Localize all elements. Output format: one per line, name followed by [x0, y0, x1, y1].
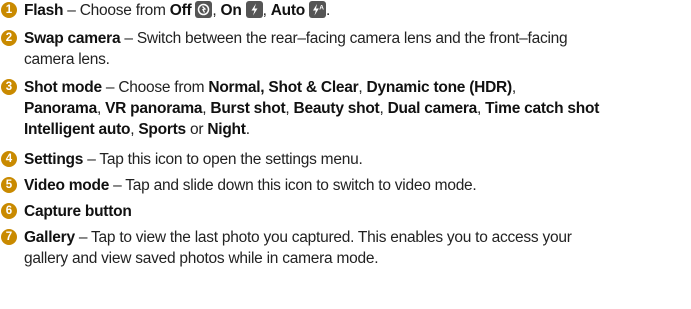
number-badge: 4	[1, 151, 17, 167]
flash-off-label: Off	[169, 2, 192, 19]
period: .	[325, 2, 331, 19]
number-badge: 2	[1, 30, 17, 46]
item-title: Settings	[24, 151, 84, 168]
item-title: Gallery	[24, 229, 75, 246]
svg-text:A: A	[319, 5, 324, 12]
separator: ,	[96, 100, 106, 117]
flash-on-icon	[245, 1, 263, 18]
mode-time-catch-shot: Time catch shot	[485, 100, 600, 117]
list-item-gallery: 7 Gallery – Tap to view the last photo y…	[0, 227, 691, 269]
mode-vr-panorama: VR panorama	[105, 100, 203, 117]
separator: ,	[511, 79, 516, 96]
item-desc-cont: camera lens.	[24, 51, 110, 68]
item-title: Video mode	[24, 177, 110, 194]
mode-night: Night	[207, 121, 246, 138]
item-title: Shot mode	[24, 79, 102, 96]
item-desc: – Choose from	[101, 79, 209, 96]
flash-auto-label: Auto	[270, 2, 306, 19]
flash-off-icon	[195, 1, 213, 18]
list-item-shot-mode: 3 Shot mode – Choose from Normal, Shot &…	[0, 77, 691, 140]
number-badge: 1	[1, 2, 17, 18]
separator: ,	[379, 100, 388, 117]
item-desc: – Choose from	[63, 2, 170, 19]
mode-dynamic-tone: Dynamic tone (HDR)	[366, 79, 513, 96]
number-badge: 3	[1, 79, 17, 95]
item-title: Flash	[24, 2, 64, 19]
flash-on-label: On	[220, 2, 242, 19]
list-item-flash: 1 Flash – Choose from Off, On, Auto A.	[0, 0, 691, 21]
mode-normal-shot-clear: Normal, Shot & Clear	[208, 79, 359, 96]
mode-intelligent-auto: Intelligent auto	[24, 121, 131, 138]
list-item-capture-button: 6 Capture button	[0, 201, 691, 222]
item-desc: – Switch between the rear–facing camera …	[120, 30, 568, 47]
mode-beauty-shot: Beauty shot	[293, 100, 380, 117]
separator: ,	[212, 2, 221, 19]
item-desc: – Tap to view the last photo you capture…	[74, 229, 572, 246]
item-title: Swap camera	[24, 30, 121, 47]
item-desc: – Tap and slide down this icon to switch…	[109, 177, 477, 194]
number-badge: 7	[1, 229, 17, 245]
camera-options-list: 1 Flash – Choose from Off, On, Auto A. 2 …	[0, 0, 691, 309]
number-badge: 5	[1, 177, 17, 193]
mode-sports: Sports	[138, 121, 186, 138]
list-item-video-mode: 5 Video mode – Tap and slide down this i…	[0, 175, 691, 196]
item-desc: – Tap this icon to open the settings men…	[83, 151, 363, 168]
item-title: Capture button	[24, 203, 132, 220]
item-desc-cont: gallery and view saved photos while in c…	[24, 250, 379, 267]
separator: ,	[358, 79, 367, 96]
separator: ,	[262, 2, 271, 19]
number-badge: 6	[1, 203, 17, 219]
mode-panorama: Panorama	[24, 100, 97, 117]
mode-dual-camera: Dual camera	[387, 100, 478, 117]
separator: ,	[285, 100, 294, 117]
flash-auto-icon: A	[308, 1, 326, 18]
separator: ,	[477, 100, 486, 117]
period: .	[245, 121, 250, 138]
list-item-swap-camera: 2 Swap camera – Switch between the rear–…	[0, 28, 691, 70]
list-item-settings: 4 Settings – Tap this icon to open the s…	[0, 149, 691, 170]
or-text: or	[185, 121, 208, 138]
mode-burst-shot: Burst shot	[210, 100, 286, 117]
